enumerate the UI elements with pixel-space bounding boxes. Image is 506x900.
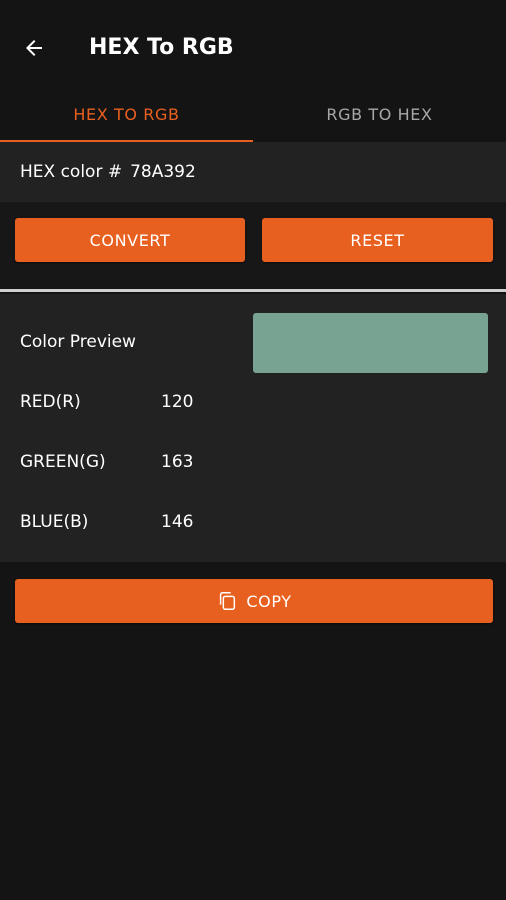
color-preview-label: Color Preview [20, 332, 136, 352]
back-button[interactable] [16, 30, 52, 66]
app-bar: HEX To RGB [0, 0, 506, 96]
tab-rgb-to-hex[interactable]: RGB TO HEX [253, 86, 506, 142]
copy-icon [216, 590, 238, 612]
action-buttons-area: CONVERT RESET [0, 202, 506, 288]
result-panel: Color Preview RED(R) 120 GREEN(G) 163 BL… [0, 294, 506, 562]
blue-value: 146 [161, 512, 194, 532]
hex-input-label: HEX color # [20, 162, 123, 182]
red-value: 120 [161, 392, 194, 412]
page-title: HEX To RGB [89, 35, 234, 60]
copy-button-label: COPY [246, 591, 292, 611]
green-value: 163 [161, 452, 194, 472]
arrow-back-icon [26, 40, 42, 56]
red-label: RED(R) [20, 392, 81, 412]
blue-label: BLUE(B) [20, 512, 89, 532]
hex-input-value[interactable]: 78A392 [130, 162, 196, 182]
reset-button[interactable]: RESET [262, 218, 493, 262]
copy-button[interactable]: COPY [15, 579, 493, 623]
tab-bar: HEX TO RGB RGB TO HEX [0, 86, 506, 142]
tab-hex-to-rgb[interactable]: HEX TO RGB [0, 86, 253, 142]
hex-input-field[interactable]: HEX color # 78A392 [0, 142, 506, 202]
green-label: GREEN(G) [20, 452, 106, 472]
divider [0, 289, 506, 292]
color-preview-swatch [253, 313, 488, 373]
convert-button[interactable]: CONVERT [15, 218, 245, 262]
